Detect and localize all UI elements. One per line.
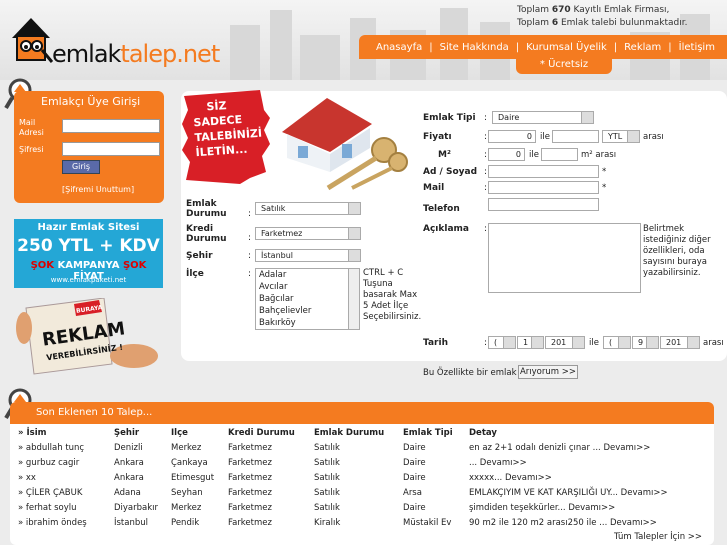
currency-select[interactable]: YTL (602, 130, 640, 143)
table-row[interactable]: » xx Ankara Etimesgut Farketmez Satılık Dai… (18, 470, 709, 485)
aciklama-textarea[interactable] (488, 223, 641, 293)
ilce-option[interactable]: Avcılar (256, 281, 359, 293)
sehir-label: Şehir (186, 251, 213, 261)
tarih-day-1[interactable]: ( (488, 336, 516, 349)
adsoyad-input[interactable] (488, 165, 599, 178)
password-input[interactable] (62, 142, 160, 156)
detail-link[interactable]: ... Devamı>> (469, 455, 709, 470)
login-button[interactable]: Giriş (62, 160, 100, 174)
nav-reklam[interactable]: Reklam (617, 42, 668, 53)
m2-max-input[interactable] (541, 148, 578, 161)
ilce-hint: CTRL + C Tuşuna basarak Max 5 Adet İlçe … (363, 268, 422, 322)
fiyat-min-input[interactable]: 0 (488, 130, 536, 143)
mail-input[interactable] (62, 119, 160, 133)
m2-label: M² (438, 150, 451, 160)
detail-link[interactable]: EMLAKÇIYIM VE KAT KARŞILIĞI UY... Devamı… (469, 485, 709, 500)
table-header-row: » İsim Şehir Ilçe Kredi Durumu Emlak Dur… (18, 427, 497, 438)
emlak-tipi-label: Emlak Tipi (423, 113, 476, 123)
login-title: Emlakçı Üye Girişi (41, 95, 141, 108)
nav-iletisim[interactable]: İletişim (672, 42, 722, 53)
table-row[interactable]: » abdullah tunç Denizli Merkez Farketmez S… (18, 440, 709, 455)
mail-label: Mail Adresi (19, 118, 44, 137)
tarih-month-2[interactable]: 9 (632, 336, 659, 349)
tarih-label: Tarih (423, 338, 448, 348)
detail-link[interactable]: xxxxx... Devamı>> (469, 470, 709, 485)
emlakpaketi-banner[interactable]: Hazır Emlak Sitesi 250 YTL + KDV ŞOK KAM… (14, 219, 163, 288)
ilce-option[interactable]: Bahçelievler (256, 305, 359, 317)
aciklama-hint: Belirtmek istediğiniz diğer özellikleri,… (643, 224, 711, 278)
table-row[interactable]: » ferhat soylu Diyarbakır Merkez Farketmez… (18, 500, 709, 515)
bu-ozellik-text: Bu Özellikte bir emlak (423, 368, 517, 378)
reklam-banner[interactable]: BURAYA REKLAM VEREBİLİRSİNİZ ! (14, 297, 164, 376)
ilce-listbox[interactable]: Adalar Avcılar Bağcılar Bahçelievler Bak… (255, 268, 360, 330)
detail-link[interactable]: şimdiden teşekkürler... Devamı>> (469, 500, 709, 515)
table-row[interactable]: » ibrahim öndeş İstanbul Pendik Farketmez … (18, 515, 709, 530)
promo-badge: SİZ SADECE TALEBİNİZİ İLETİN... (180, 88, 272, 184)
kredi-durumu-label: Kredi Durumu (186, 224, 227, 244)
fiyat-label: Fiyatı (423, 132, 452, 142)
site-logo[interactable]: emlaktalep.net (6, 12, 220, 68)
nav-ucretsiz-tag: * Ücretsiz (516, 58, 612, 74)
m2-min-input[interactable]: 0 (488, 148, 525, 161)
detail-link[interactable]: 90 m2 ile 120 m2 arası250 ile ... Devamı… (469, 515, 709, 530)
ilce-option[interactable]: Bakırköy (256, 317, 359, 329)
all-requests-link[interactable]: Tüm Talepler İçin >> (614, 532, 702, 542)
forgot-password-link[interactable]: [Şifremi Unuttum] (62, 185, 134, 194)
house-mascot-icon (12, 18, 54, 63)
telefon-label: Telefon (423, 204, 460, 214)
telefon-input[interactable] (488, 198, 599, 211)
tarih-month-1[interactable]: 1 (517, 336, 544, 349)
table-row[interactable]: » ÇİLER ÇABUK Adana Seyhan Farketmez Satıl… (18, 485, 709, 500)
nav-site-hakkinda[interactable]: Site Hakkında (433, 42, 516, 53)
ilce-option[interactable]: Adalar (256, 269, 359, 281)
sehir-select[interactable]: İstanbul (255, 249, 361, 262)
nav-kurumsal-uyelik[interactable]: Kurumsal Üyelik (519, 42, 614, 53)
house-with-keys-illustration (282, 98, 408, 191)
recent-title: Son Eklenen 10 Talep... (36, 407, 153, 418)
ariyorum-button[interactable]: Arıyorum >> (518, 365, 578, 379)
ilce-label: İlçe (186, 269, 204, 279)
login-panel: Emlakçı Üye Girişi Mail Adresi Şifresi G… (14, 91, 164, 203)
tarih-day-2[interactable]: ( (603, 336, 631, 349)
tarih-year-1[interactable]: 201 (545, 336, 585, 349)
nav-anasayfa[interactable]: Anasayfa (369, 42, 429, 53)
table-row[interactable]: » gurbuz cagir Ankara Çankaya Farketmez Sa… (18, 455, 709, 470)
emlak-tipi-select[interactable]: Daire (492, 111, 594, 124)
password-label: Şifresi (19, 145, 44, 154)
ilce-scrollbar[interactable] (348, 269, 359, 329)
mail-form-input[interactable] (488, 181, 599, 194)
kredi-durumu-select[interactable]: Farketmez (255, 227, 361, 240)
emlak-durumu-label: Emlak Durumu (186, 199, 227, 219)
recent-requests-table: » İsim Şehir Ilçe Kredi Durumu Emlak Dur… (18, 425, 709, 530)
main-nav: Anasayfa | Site Hakkında | Kurumsal Üyel… (359, 35, 727, 59)
adsoyad-label: Ad / Soyad (423, 167, 478, 177)
mail-form-label: Mail (423, 183, 445, 193)
aciklama-label: Açıklama (423, 224, 469, 234)
header-stats: Toplam 670 Kayıtlı Emlak Firması, Toplam… (517, 5, 688, 28)
tarih-year-2[interactable]: 201 (660, 336, 700, 349)
detail-link[interactable]: en az 2+1 odalı denizli çınar ... Devamı… (469, 440, 709, 455)
fiyat-max-input[interactable] (552, 130, 599, 143)
emlak-durumu-select[interactable]: Satılık (255, 202, 361, 215)
ilce-option[interactable]: Bağcılar (256, 293, 359, 305)
